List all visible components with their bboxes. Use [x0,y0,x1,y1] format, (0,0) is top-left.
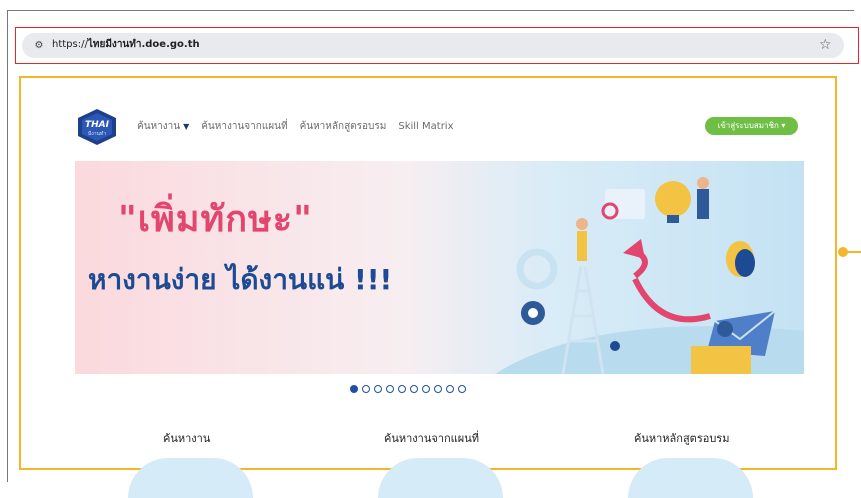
logo-text: THAI [85,120,110,130]
carousel-dot[interactable] [374,385,382,393]
nav-item-search-map[interactable]: ค้นหางานจากแผนที่ [201,119,287,134]
lightbulb-base [667,215,679,223]
carousel-dot[interactable] [422,385,430,393]
carousel-dot[interactable] [362,385,370,393]
site-logo[interactable]: THAI มีงานทำ [76,108,118,146]
person-illustration [577,231,587,261]
nav-item-label: ค้นหางาน [137,121,181,132]
category-search-courses[interactable]: ค้นหาหลักสูตรอบรม [634,429,729,447]
member-login-label: เข้าสู่ระบบสมาชิก [717,121,779,130]
main-nav: ค้นหางาน ▼ ค้นหางานจากแผนที่ ค้นหาหลักสูต… [137,119,454,134]
url-text[interactable]: https://ไทยมีงานทำ.doe.go.th [52,37,200,53]
nav-item-skill-matrix[interactable]: Skill Matrix [398,121,453,132]
carousel-dot[interactable] [434,385,442,393]
lightbulb-icon [655,181,691,217]
carousel-dot[interactable] [386,385,394,393]
category-icon-map[interactable] [378,458,503,498]
blue-shape [735,249,755,277]
category-icon-jobs[interactable] [128,458,253,498]
category-search-jobs[interactable]: ค้นหางาน [163,429,210,447]
url-prefix: https:// [52,39,88,50]
caret-down-icon[interactable]: ▼ [183,122,189,131]
carousel-dot[interactable] [458,385,466,393]
gear-icon [610,341,620,351]
carousel-indicators [350,385,466,393]
carousel-dot[interactable] [350,385,358,393]
carousel-dot[interactable] [410,385,418,393]
carousel-dot[interactable] [446,385,454,393]
nav-item-search-courses[interactable]: ค้นหาหลักสูตรอบรม [300,119,387,134]
member-login-button[interactable]: เข้าสู่ระบบสมาชิก ▾ [705,117,798,135]
logo-subtext: มีงานทำ [88,130,106,137]
category-icon-courses[interactable] [628,458,753,498]
url-host: ไทยมีงานทำ.doe.go.th [87,39,200,50]
carousel-dot[interactable] [398,385,406,393]
banner-headline-1: "เพิ่มทักษะ" [118,199,313,240]
caret-down-icon: ▾ [781,121,786,130]
annotation-line [847,251,861,253]
nav-item-search-jobs[interactable]: ค้นหางาน ▼ [137,119,189,134]
tune-icon[interactable]: ⚙ [32,39,46,53]
gear-icon [717,321,733,337]
person-right [697,189,709,219]
category-search-map[interactable]: ค้นหางานจากแผนที่ [384,429,479,447]
person-right-head [697,177,709,189]
banner-headline-2: หางานง่าย ได้งานแน่ !!! [88,263,393,296]
gear-icon [528,308,538,318]
person-head [576,218,588,230]
star-icon[interactable]: ☆ [819,36,832,54]
yellow-box [691,346,751,374]
